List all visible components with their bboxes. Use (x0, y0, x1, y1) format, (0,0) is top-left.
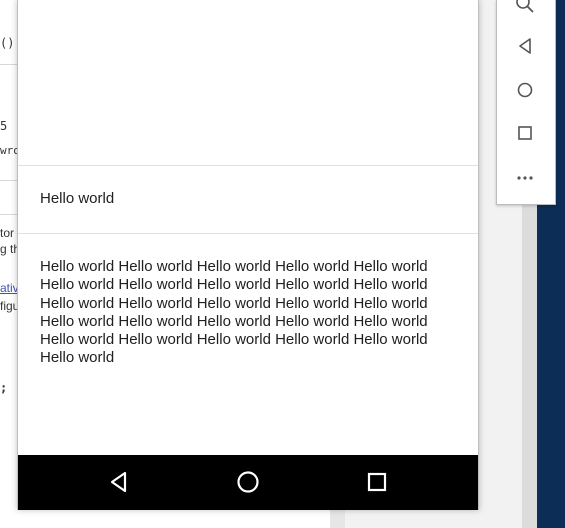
code-fragment: () (0, 36, 15, 50)
home-icon[interactable] (514, 79, 536, 101)
list-divider (18, 165, 478, 166)
home-icon[interactable] (235, 469, 261, 495)
text-fragment: tor (0, 226, 15, 240)
zoom-icon[interactable] (514, 0, 536, 15)
emulator-screen: Hello world Hello world Hello world Hell… (17, 0, 479, 510)
list-divider (18, 233, 478, 234)
window-edge (522, 205, 537, 528)
more-icon[interactable] (514, 167, 536, 189)
overview-icon[interactable] (364, 469, 390, 495)
emulator-toolbar (496, 0, 556, 205)
code-fragment: ; (0, 381, 8, 395)
android-navigation-bar (18, 455, 478, 510)
list-item-long-text: Hello world Hello world Hello world Hell… (40, 258, 428, 367)
back-icon[interactable] (514, 35, 536, 57)
overview-icon[interactable] (514, 122, 536, 144)
list-item-text: Hello world (40, 190, 115, 207)
doc-link[interactable]: ativ (0, 281, 19, 295)
back-icon[interactable] (106, 469, 132, 495)
